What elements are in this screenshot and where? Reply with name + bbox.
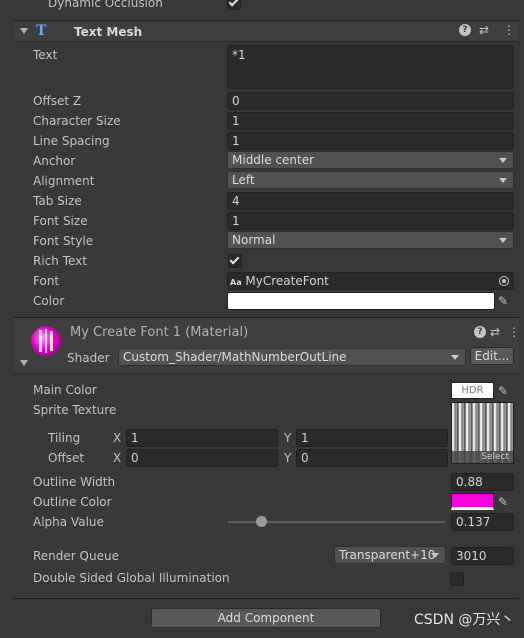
- alpha-value-label: Alpha Value: [33, 515, 104, 529]
- render-queue-dropdown[interactable]: Transparent+10: [334, 546, 446, 564]
- character-size-input[interactable]: 1: [227, 112, 514, 130]
- eyedropper-icon[interactable]: ✎: [498, 293, 512, 309]
- alpha-slider-thumb[interactable]: [255, 516, 267, 527]
- chevron-down-icon: [499, 158, 507, 163]
- anchor-label: Anchor: [33, 154, 76, 168]
- color-swatch[interactable]: [227, 292, 495, 310]
- sprite-texture-thumbnail[interactable]: Select: [451, 402, 514, 464]
- font-label: Font: [33, 274, 60, 288]
- more-menu-icon[interactable]: ⋮: [508, 325, 520, 339]
- texture-select-button[interactable]: Select: [452, 451, 513, 463]
- tab-size-input[interactable]: 4: [227, 192, 514, 210]
- outline-width-input[interactable]: 0.88: [451, 473, 514, 491]
- more-menu-icon[interactable]: ⋮: [503, 23, 515, 37]
- render-queue-label: Render Queue: [33, 549, 119, 563]
- collapse-arrow-icon[interactable]: [20, 28, 28, 34]
- tiling-x-input[interactable]: 1: [126, 429, 278, 447]
- font-object-field[interactable]: Aa MyCreateFont: [227, 272, 514, 290]
- alpha-value-input[interactable]: 0.137: [451, 513, 514, 531]
- edit-shader-button[interactable]: Edit...: [470, 347, 514, 365]
- render-queue-input[interactable]: 3010: [451, 547, 514, 565]
- add-component-button[interactable]: Add Component: [151, 608, 381, 628]
- outline-width-label: Outline Width: [33, 475, 116, 489]
- checkmark-icon: [229, 254, 240, 265]
- text-mesh-title: Text Mesh: [74, 25, 143, 39]
- eyedropper-icon[interactable]: ✎: [498, 383, 512, 399]
- anchor-value: Middle center: [232, 153, 315, 167]
- tiling-x-label: X: [113, 431, 122, 445]
- color-label: Color: [33, 294, 65, 308]
- anchor-dropdown[interactable]: Middle center: [227, 151, 514, 169]
- tiling-y-label: Y: [284, 431, 292, 445]
- offset-y-label: Y: [284, 451, 292, 465]
- chevron-down-icon: [431, 553, 439, 558]
- main-color-label: Main Color: [33, 383, 97, 397]
- sprite-texture-label: Sprite Texture: [33, 403, 117, 417]
- chevron-down-icon: [451, 355, 459, 360]
- chevron-down-icon: [499, 238, 507, 243]
- double-sided-gi-label: Double Sided Global Illumination: [33, 571, 230, 585]
- render-queue-preset: Transparent+10: [339, 548, 436, 562]
- tiling-label: Tiling: [48, 431, 81, 445]
- font-value: MyCreateFont: [245, 274, 329, 288]
- font-style-label: Font Style: [33, 234, 94, 248]
- tiling-y-input[interactable]: 1: [296, 429, 448, 447]
- text-mesh-header[interactable]: T Text Mesh ? ⇄ ⋮: [14, 20, 519, 42]
- tab-size-label: Tab Size: [33, 194, 82, 208]
- object-picker-icon[interactable]: [499, 276, 509, 286]
- text-input[interactable]: *1: [227, 45, 514, 89]
- outline-color-label: Outline Color: [33, 495, 112, 509]
- rich-text-label: Rich Text: [33, 254, 87, 268]
- material-title: My Create Font 1 (Material): [70, 325, 249, 340]
- material-preview-sphere: [31, 326, 61, 356]
- character-size-label: Character Size: [33, 114, 121, 128]
- shader-value: Custom_Shader/MathNumberOutLine: [123, 350, 347, 364]
- text-label: Text: [33, 48, 58, 62]
- text-mesh-component-icon: T: [36, 23, 47, 39]
- main-color-swatch[interactable]: HDR: [451, 382, 494, 399]
- offset-z-label: Offset Z: [33, 94, 82, 108]
- font-style-value: Normal: [232, 233, 276, 247]
- offset-x-label: X: [113, 451, 122, 465]
- line-spacing-input[interactable]: 1: [227, 132, 514, 150]
- alignment-value: Left: [232, 173, 255, 187]
- font-size-label: Font Size: [33, 214, 88, 228]
- help-icon[interactable]: ?: [474, 326, 486, 338]
- alignment-dropdown[interactable]: Left: [227, 171, 514, 189]
- shader-label: Shader: [67, 351, 110, 365]
- dynamic-occlusion-checkbox[interactable]: [227, 0, 241, 10]
- chevron-down-icon: [499, 178, 507, 183]
- collapse-arrow-icon[interactable]: [20, 360, 28, 366]
- font-asset-icon: Aa: [230, 278, 242, 287]
- watermark-text: CSDN @万兴丶: [414, 612, 515, 628]
- outline-color-swatch[interactable]: [451, 493, 494, 510]
- font-size-input[interactable]: 1: [227, 212, 514, 230]
- offset-label: Offset: [48, 451, 85, 465]
- eyedropper-icon[interactable]: ✎: [498, 494, 512, 510]
- offset-z-input[interactable]: 0: [227, 92, 514, 110]
- preset-icon[interactable]: ⇄: [479, 23, 489, 37]
- preset-icon[interactable]: ⇄: [490, 325, 500, 339]
- help-icon[interactable]: ?: [459, 24, 471, 36]
- divider: [14, 598, 519, 599]
- font-style-dropdown[interactable]: Normal: [227, 231, 514, 249]
- double-sided-gi-checkbox[interactable]: [450, 572, 464, 586]
- dynamic-occlusion-label: Dynamic Occlusion: [48, 0, 163, 10]
- alignment-label: Alignment: [33, 174, 95, 188]
- offset-y-input[interactable]: 0: [296, 449, 448, 467]
- shader-dropdown[interactable]: Custom_Shader/MathNumberOutLine: [118, 348, 466, 366]
- line-spacing-label: Line Spacing: [33, 134, 110, 148]
- offset-x-input[interactable]: 0: [126, 449, 278, 467]
- rich-text-checkbox[interactable]: [228, 254, 242, 268]
